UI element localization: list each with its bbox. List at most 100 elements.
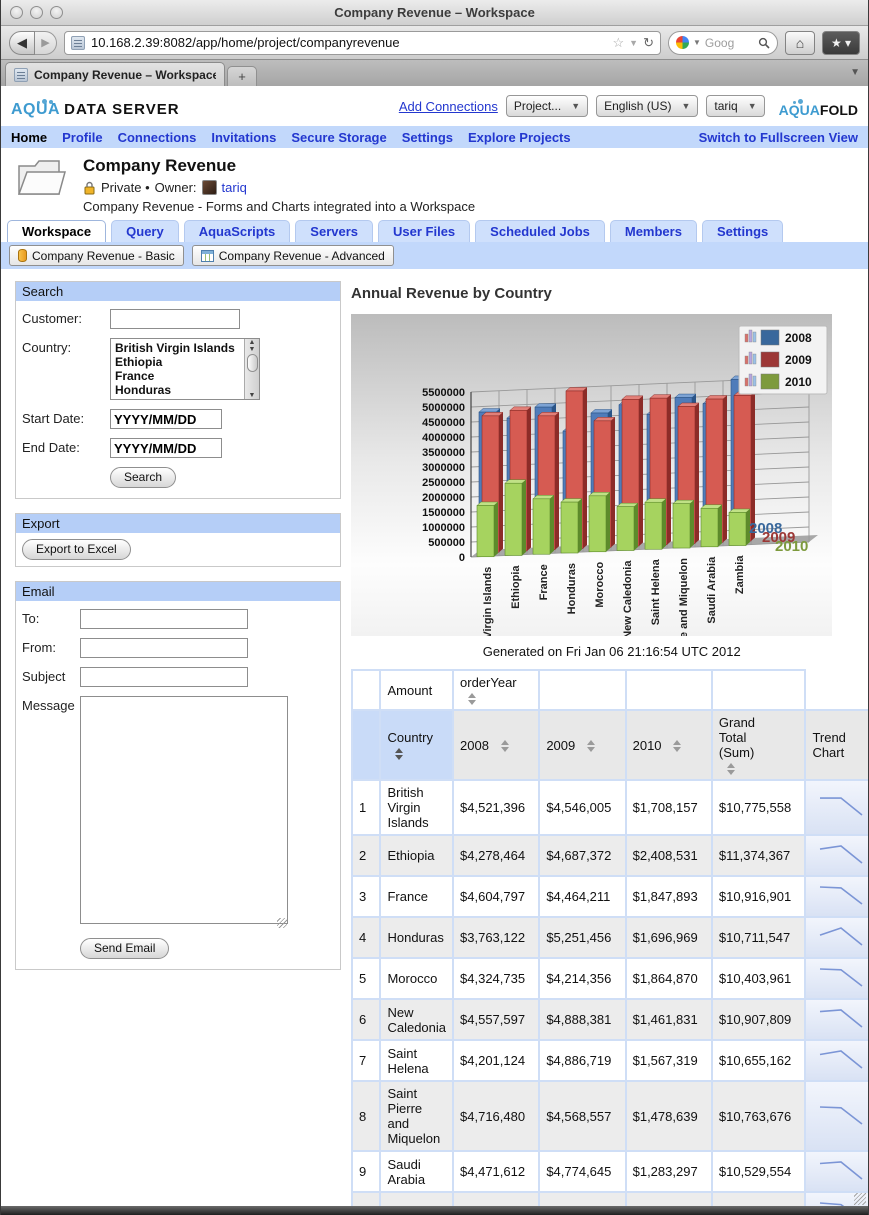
textarea-resize-grip[interactable]: [277, 918, 287, 928]
revenue-table: Amount orderYear Country 2008 2009 2010 …: [350, 669, 868, 1215]
browser-tabstrip: Company Revenue – Workspace + ▼: [1, 60, 868, 86]
nav-item-home[interactable]: Home: [11, 130, 47, 145]
sort-icon[interactable]: [726, 762, 735, 775]
trend-chart-sparkline[interactable]: [804, 1080, 868, 1152]
address-bar[interactable]: 10.168.2.39:8082/app/home/project/compan…: [64, 30, 661, 55]
amount-2010-cell: $1,567,319: [624, 1039, 713, 1082]
trend-chart-sparkline[interactable]: [804, 834, 868, 877]
user-menu-select[interactable]: tariq ▼: [706, 95, 765, 117]
magnifier-icon[interactable]: [758, 37, 770, 49]
subtab-company-revenue-advanced[interactable]: Company Revenue - Advanced: [191, 245, 394, 266]
country-option[interactable]: Honduras: [115, 383, 244, 397]
sort-icon[interactable]: [500, 740, 509, 753]
tab-scheduled-jobs[interactable]: Scheduled Jobs: [475, 220, 605, 242]
add-connections-link[interactable]: Add Connections: [399, 99, 498, 114]
sort-icon[interactable]: [468, 692, 477, 705]
url-dropdown-icon[interactable]: ▼: [629, 38, 638, 48]
trend-chart-sparkline[interactable]: [804, 779, 868, 836]
table-row: 7 Saint Helena $4,201,124 $4,886,719 $1,567,…: [350, 1039, 868, 1082]
tab-list-chevron-icon[interactable]: ▼: [850, 67, 860, 78]
year-2009-sort-header[interactable]: 2009: [538, 709, 627, 781]
project-select[interactable]: Project... ▼: [505, 95, 589, 117]
listbox-scrollbar[interactable]: ▲ ▼ ▼: [244, 339, 259, 399]
bookmarks-button[interactable]: ★ ▾: [822, 30, 860, 55]
site-header: AQUA DATA SERVER Add Connections Project…: [1, 86, 868, 126]
trend-chart-sparkline[interactable]: [804, 875, 868, 918]
trend-chart-sparkline[interactable]: [804, 957, 868, 1000]
year-2010-sort-header[interactable]: 2010: [624, 709, 713, 781]
amount-2009-cell: $4,886,719: [538, 1039, 627, 1082]
window-resize-grip[interactable]: [854, 1193, 866, 1205]
country-option[interactable]: British Virgin Islands: [115, 341, 244, 355]
owner-link[interactable]: tariq: [222, 180, 247, 195]
email-from-input[interactable]: [80, 638, 248, 658]
url-text[interactable]: 10.168.2.39:8082/app/home/project/compan…: [91, 35, 607, 50]
country-option[interactable]: Ethiopia: [115, 355, 244, 369]
country-cell: Saint Pierre and Miquelon: [379, 1080, 455, 1152]
trend-chart-sparkline[interactable]: [804, 916, 868, 959]
year-2008-sort-header[interactable]: 2008: [452, 709, 541, 781]
scroll-down-icon[interactable]: ▼: [249, 392, 256, 399]
fullscreen-view-link[interactable]: Switch to Fullscreen View: [699, 130, 858, 145]
scroll-down-icon[interactable]: ▼: [249, 346, 256, 353]
email-message-textarea[interactable]: [80, 696, 288, 924]
nav-item-secure-storage[interactable]: Secure Storage: [291, 130, 386, 145]
reload-icon[interactable]: ↻: [643, 35, 654, 51]
nav-item-connections[interactable]: Connections: [118, 130, 197, 145]
amount-2008-cell: $3,763,122: [452, 916, 541, 959]
tab-aquascripts[interactable]: AquaScripts: [183, 220, 291, 242]
trend-chart-sparkline[interactable]: [804, 998, 868, 1041]
browser-tab[interactable]: Company Revenue – Workspace: [5, 62, 225, 86]
start-date-input[interactable]: [110, 409, 222, 429]
sparkline-svg: [820, 1009, 863, 1028]
chart-title: Annual Revenue by Country: [351, 285, 552, 302]
customer-input[interactable]: [110, 309, 240, 329]
tab-servers[interactable]: Servers: [295, 220, 374, 242]
tab-user-files[interactable]: User Files: [378, 220, 471, 242]
trend-chart-sparkline[interactable]: [804, 1039, 868, 1082]
search-engine-dropdown-icon[interactable]: ▼: [693, 38, 701, 47]
nav-item-profile[interactable]: Profile: [62, 130, 102, 145]
bookmark-star-icon[interactable]: ☆: [613, 35, 625, 51]
send-email-button[interactable]: Send Email: [80, 938, 170, 959]
export-to-excel-button[interactable]: Export to Excel: [22, 539, 131, 560]
sort-icon[interactable]: [586, 740, 595, 753]
forward-button[interactable]: ▶: [35, 30, 57, 55]
amount-2010-cell: $1,864,870: [624, 957, 713, 1000]
subtab-company-revenue-basic[interactable]: Company Revenue - Basic: [9, 245, 184, 266]
row-number: 5: [350, 957, 382, 1000]
grand-total-sort-header[interactable]: Grand Total (Sum): [710, 709, 807, 781]
end-date-input[interactable]: [110, 438, 222, 458]
tab-query[interactable]: Query: [111, 220, 179, 242]
nav-item-explore-projects[interactable]: Explore Projects: [468, 130, 571, 145]
google-icon: [676, 36, 689, 49]
country-option[interactable]: France: [115, 369, 244, 383]
scrollbar-thumb[interactable]: [246, 354, 258, 372]
language-select[interactable]: English (US) ▼: [596, 95, 699, 117]
svg-text:500000: 500000: [428, 537, 465, 549]
to-label: To:: [22, 611, 40, 626]
nav-item-invitations[interactable]: Invitations: [211, 130, 276, 145]
sort-icon[interactable]: [673, 740, 682, 753]
web-search-field[interactable]: ▼ Goog: [668, 30, 778, 55]
email-panel-title: Email: [16, 582, 340, 601]
country-sort-header[interactable]: Country: [379, 709, 455, 781]
sort-icon[interactable]: [395, 747, 404, 760]
email-to-input[interactable]: [80, 609, 248, 629]
new-tab-button[interactable]: +: [227, 66, 257, 86]
back-button[interactable]: ◀: [9, 30, 35, 55]
tab-workspace[interactable]: Workspace: [7, 220, 107, 242]
search-button[interactable]: Search: [110, 467, 177, 488]
amount-2009-cell: $5,251,456: [538, 916, 627, 959]
tab-settings[interactable]: Settings: [701, 220, 784, 242]
email-subject-input[interactable]: [80, 667, 248, 687]
svg-text:3500000: 3500000: [422, 447, 465, 459]
tab-members[interactable]: Members: [609, 220, 697, 242]
country-listbox[interactable]: British Virgin Islands Ethiopia France H…: [110, 338, 260, 400]
home-button[interactable]: ⌂: [785, 30, 815, 55]
search-placeholder-text[interactable]: Goog: [705, 36, 754, 50]
scroll-up-icon[interactable]: ▲: [249, 339, 256, 346]
trend-chart-sparkline[interactable]: [804, 1150, 868, 1193]
nav-item-settings[interactable]: Settings: [402, 130, 453, 145]
order-year-sort-header[interactable]: orderYear: [452, 669, 541, 711]
